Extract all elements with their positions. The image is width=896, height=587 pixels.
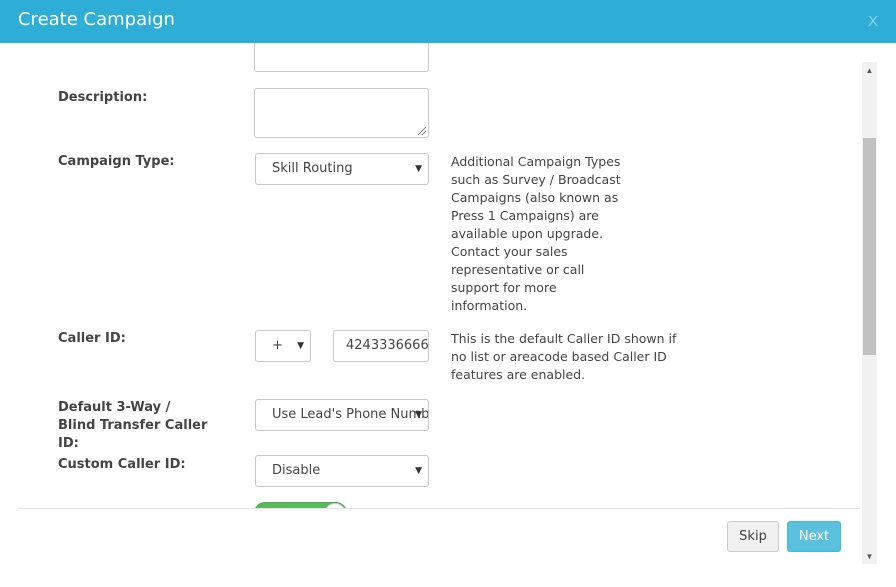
- transfer-caller-id-label: Default 3-Way / Blind Transfer Caller ID…: [58, 400, 208, 451]
- vertical-scrollbar[interactable]: ▲ ▼: [862, 62, 877, 564]
- campaign-type-select[interactable]: Skill Routing ▼: [255, 153, 429, 185]
- custom-caller-id-label: Custom Caller ID:: [58, 457, 186, 472]
- modal-title: Create Campaign: [18, 9, 175, 30]
- campaign-type-help: Additional Campaign Types such as Survey…: [451, 154, 621, 313]
- caret-down-icon: ▼: [415, 410, 422, 420]
- country-code-value: +: [272, 338, 283, 353]
- caller-id-label: Caller ID:: [58, 331, 126, 346]
- next-button[interactable]: Next: [787, 521, 841, 552]
- close-icon[interactable]: X: [868, 13, 878, 30]
- country-code-select[interactable]: + ▼: [255, 330, 311, 362]
- caller-id-number-value: 4243336666: [346, 338, 428, 353]
- modal-footer: Skip Next: [18, 508, 860, 587]
- description-textarea[interactable]: [254, 88, 429, 138]
- modal-body: Description: Campaign Type: Skill Routin…: [0, 43, 896, 587]
- caret-down-icon: ▼: [415, 466, 422, 476]
- caret-down-icon: ▼: [415, 164, 422, 174]
- campaign-type-value: Skill Routing: [272, 161, 353, 176]
- modal-header: Create Campaign X: [0, 0, 896, 43]
- caret-down-icon: ▼: [297, 341, 304, 351]
- resize-handle-icon[interactable]: [418, 127, 426, 135]
- caller-id-number-input[interactable]: 4243336666: [333, 330, 429, 362]
- campaign-type-label: Campaign Type:: [58, 154, 175, 169]
- transfer-caller-id-value: Use Lead's Phone Number: [272, 407, 428, 422]
- custom-caller-id-select[interactable]: Disable ▼: [255, 455, 429, 487]
- description-label: Description:: [58, 90, 148, 105]
- scroll-thumb[interactable]: [863, 138, 876, 355]
- arrow-down-icon[interactable]: ▼: [862, 550, 877, 564]
- custom-caller-id-value: Disable: [272, 463, 321, 478]
- caller-id-help: This is the default Caller ID shown if n…: [451, 331, 677, 382]
- skip-button[interactable]: Skip: [727, 521, 779, 552]
- transfer-caller-id-select[interactable]: Use Lead's Phone Number ▼: [255, 399, 429, 431]
- arrow-up-icon[interactable]: ▲: [862, 64, 877, 78]
- campaign-name-input[interactable]: [254, 43, 429, 72]
